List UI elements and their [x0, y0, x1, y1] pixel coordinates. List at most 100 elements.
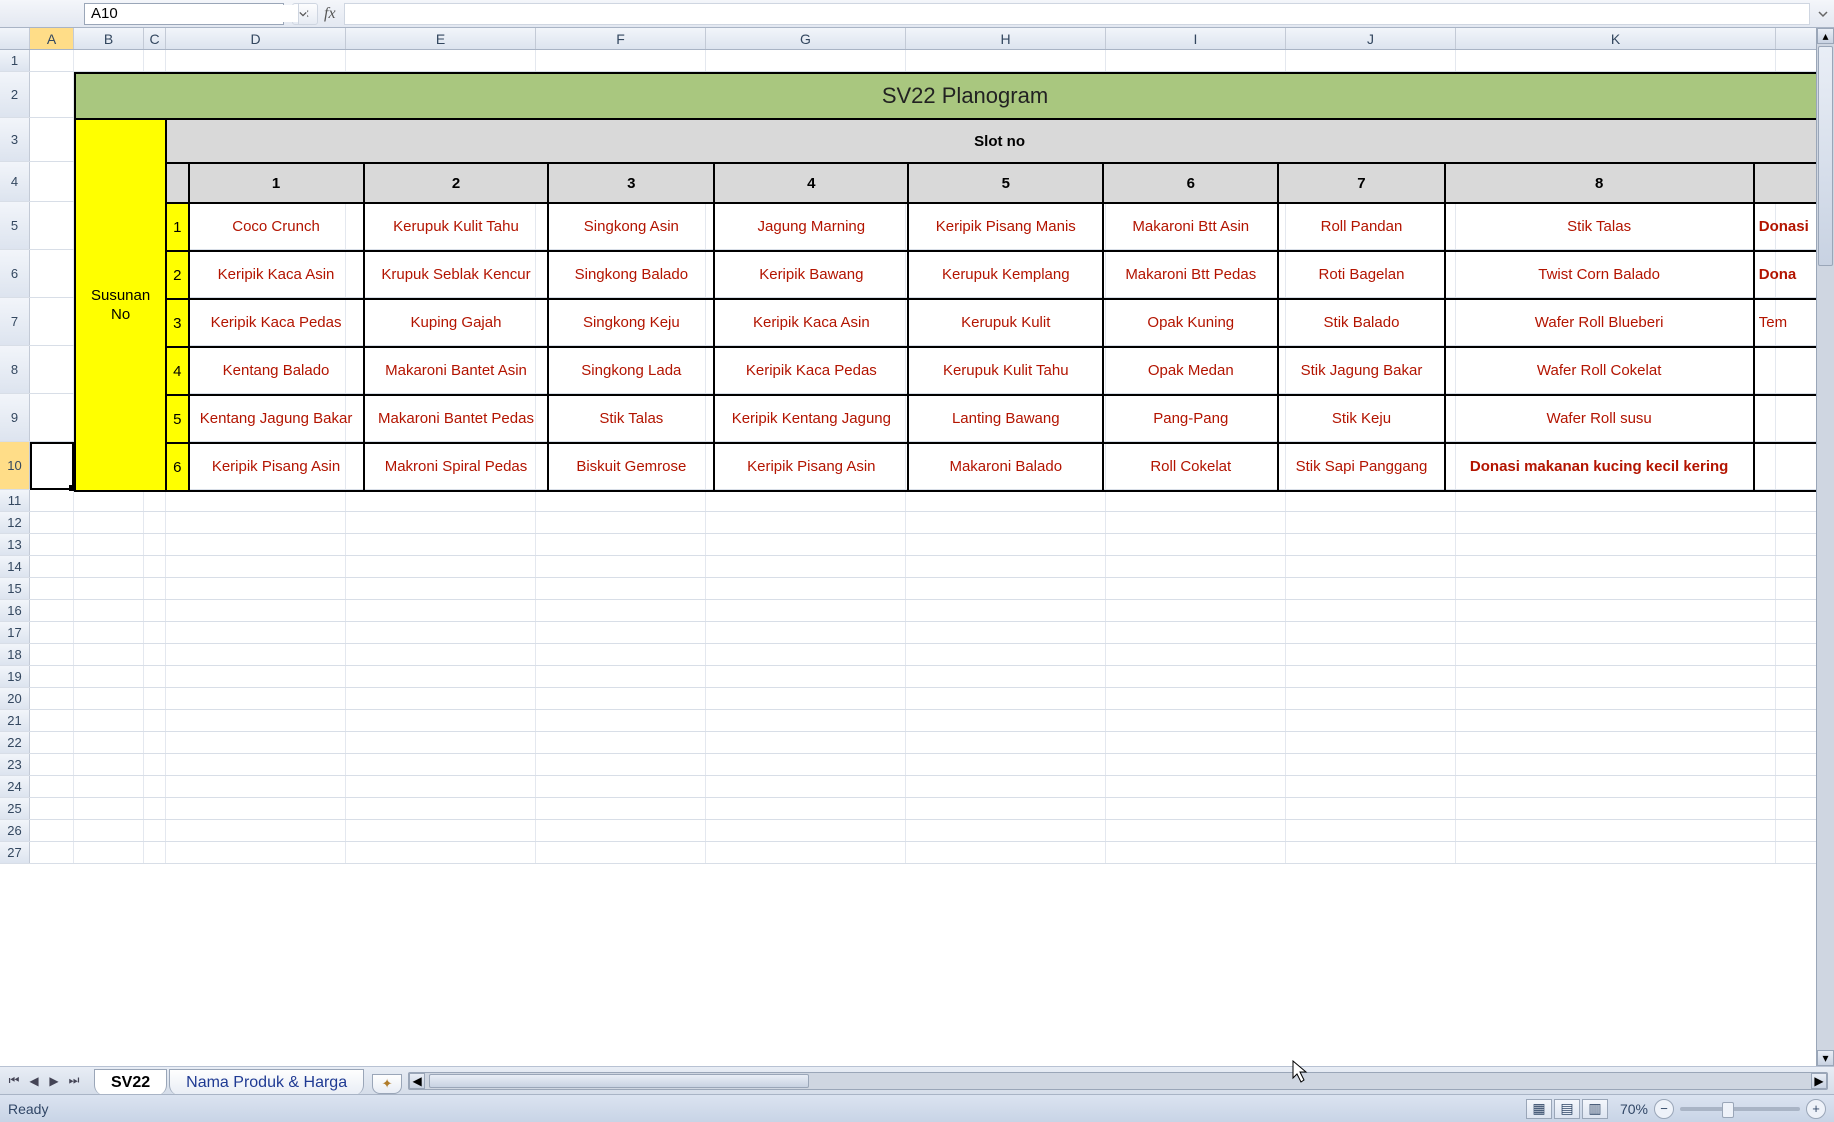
expand-formula-bar[interactable] — [1816, 3, 1830, 25]
cell[interactable] — [144, 556, 166, 577]
product-cell[interactable]: Stik Talas — [1445, 203, 1754, 251]
scroll-left-button[interactable]: ◀ — [409, 1073, 425, 1089]
name-box[interactable] — [84, 3, 284, 25]
cell[interactable] — [346, 622, 536, 643]
product-cell[interactable]: Keripik Kentang Jagung — [714, 395, 908, 443]
cell[interactable] — [536, 600, 706, 621]
cell[interactable] — [166, 842, 346, 863]
product-cell[interactable]: Keripik Pisang Asin — [714, 443, 908, 491]
cell[interactable] — [536, 688, 706, 709]
product-cell[interactable]: Kuping Gajah — [364, 299, 549, 347]
cell[interactable] — [30, 556, 74, 577]
cell[interactable] — [74, 556, 144, 577]
cell[interactable] — [1456, 688, 1776, 709]
cell[interactable] — [1456, 776, 1776, 797]
cell[interactable] — [30, 688, 74, 709]
row-header-5[interactable]: 5 — [0, 202, 30, 249]
cell[interactable] — [706, 842, 906, 863]
cell[interactable] — [1456, 644, 1776, 665]
row-header-16[interactable]: 16 — [0, 600, 30, 621]
cell[interactable] — [1286, 556, 1456, 577]
cell[interactable] — [706, 732, 906, 753]
cell[interactable] — [346, 512, 536, 533]
product-cell[interactable]: Roll Cokelat — [1103, 443, 1278, 491]
cell[interactable] — [166, 820, 346, 841]
product-cell[interactable]: Singkong Keju — [548, 299, 714, 347]
cell[interactable] — [1106, 754, 1286, 775]
cell[interactable] — [74, 798, 144, 819]
horizontal-scrollbar[interactable]: ◀ ▶ — [408, 1072, 1828, 1090]
cell[interactable] — [346, 600, 536, 621]
product-cell[interactable]: Pang-Pang — [1103, 395, 1278, 443]
cell[interactable] — [1106, 798, 1286, 819]
cell[interactable] — [536, 776, 706, 797]
cell[interactable] — [1106, 644, 1286, 665]
row-header-22[interactable]: 22 — [0, 732, 30, 753]
cell[interactable] — [706, 644, 906, 665]
cell[interactable] — [30, 490, 74, 511]
cell[interactable] — [166, 798, 346, 819]
cell[interactable] — [1456, 666, 1776, 687]
vertical-scroll-thumb[interactable] — [1818, 46, 1833, 266]
cell[interactable] — [1106, 578, 1286, 599]
cell[interactable] — [1286, 842, 1456, 863]
page-break-view-button[interactable]: ▥ — [1582, 1099, 1608, 1119]
cell[interactable] — [346, 710, 536, 731]
row-header-8[interactable]: 8 — [0, 346, 30, 393]
cell[interactable] — [166, 732, 346, 753]
cell[interactable] — [1286, 644, 1456, 665]
row-header-13[interactable]: 13 — [0, 534, 30, 555]
zoom-level[interactable]: 70% — [1620, 1101, 1648, 1117]
cell[interactable] — [706, 666, 906, 687]
product-cell[interactable]: Keripik Pisang Asin — [189, 443, 364, 491]
cell[interactable] — [166, 754, 346, 775]
cell[interactable] — [166, 578, 346, 599]
product-cell[interactable]: Roti Bagelan — [1278, 251, 1444, 299]
cell[interactable] — [144, 732, 166, 753]
cell[interactable] — [1106, 732, 1286, 753]
row-header-1[interactable]: 1 — [0, 50, 30, 71]
cell[interactable] — [906, 688, 1106, 709]
cell[interactable] — [144, 820, 166, 841]
product-cell[interactable]: Makroni Spiral Pedas — [364, 443, 549, 491]
cell[interactable] — [144, 490, 166, 511]
cell[interactable] — [906, 644, 1106, 665]
cell[interactable] — [166, 622, 346, 643]
cell[interactable] — [536, 622, 706, 643]
row-header-20[interactable]: 20 — [0, 688, 30, 709]
cell[interactable] — [1456, 842, 1776, 863]
row-header-11[interactable]: 11 — [0, 490, 30, 511]
cell[interactable] — [74, 490, 144, 511]
cell[interactable] — [1106, 512, 1286, 533]
row-header-19[interactable]: 19 — [0, 666, 30, 687]
cell[interactable] — [1456, 710, 1776, 731]
cell[interactable] — [1286, 688, 1456, 709]
cell[interactable] — [30, 776, 74, 797]
cell[interactable] — [1286, 798, 1456, 819]
cell[interactable] — [346, 842, 536, 863]
cell[interactable] — [30, 798, 74, 819]
product-cell[interactable]: Kerupuk Kulit Tahu — [364, 203, 549, 251]
product-cell[interactable]: Keripik Pisang Manis — [908, 203, 1103, 251]
row-header-10[interactable]: 10 — [0, 442, 30, 489]
row-header-6[interactable]: 6 — [0, 250, 30, 297]
row-header-17[interactable]: 17 — [0, 622, 30, 643]
zoom-in-button[interactable]: + — [1806, 1099, 1826, 1119]
cell[interactable] — [166, 534, 346, 555]
cell[interactable] — [144, 776, 166, 797]
cell[interactable] — [30, 710, 74, 731]
cell[interactable] — [74, 688, 144, 709]
normal-view-button[interactable]: ▦ — [1526, 1099, 1552, 1119]
cell[interactable] — [1456, 820, 1776, 841]
cell[interactable] — [166, 666, 346, 687]
cell[interactable] — [74, 666, 144, 687]
row-header-23[interactable]: 23 — [0, 754, 30, 775]
row-header-12[interactable]: 12 — [0, 512, 30, 533]
cell[interactable] — [144, 600, 166, 621]
cell[interactable] — [1456, 732, 1776, 753]
cell[interactable] — [30, 600, 74, 621]
cell[interactable] — [346, 644, 536, 665]
cell[interactable] — [30, 820, 74, 841]
cell[interactable] — [1456, 754, 1776, 775]
cell[interactable] — [166, 710, 346, 731]
